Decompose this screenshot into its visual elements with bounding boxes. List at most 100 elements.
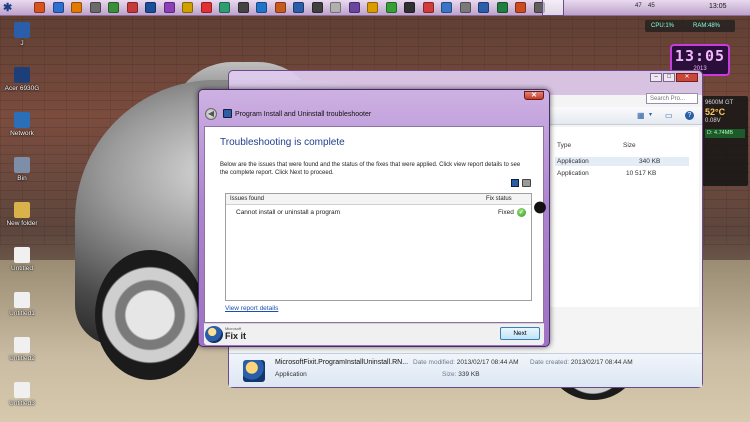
details-date-created: Date created: 2013/02/17 08:44 AM <box>530 359 633 366</box>
ram-usage: RAM:48% <box>693 23 721 29</box>
explorer-window-controls: – □ ✕ <box>649 73 698 82</box>
taskbar-app-icon[interactable] <box>108 2 119 13</box>
desktop-icon[interactable]: Untitled3 <box>0 382 44 407</box>
fixit-app-icon <box>243 360 265 382</box>
desktop-icon[interactable]: J <box>0 22 44 47</box>
file-type: Application <box>557 158 589 165</box>
desktop-icon[interactable]: Untitled <box>0 247 44 272</box>
desktop-icon[interactable]: Untitled1 <box>0 292 44 317</box>
taskbar-app-icon[interactable] <box>330 2 341 13</box>
wallpaper-car-front-wheel <box>95 250 205 380</box>
taskbar-app-icon[interactable] <box>274 2 286 13</box>
tray-value-2: 45 <box>648 3 655 9</box>
explorer-details-pane: MicrosoftFixit.ProgramInstallUninstall.R… <box>229 353 702 387</box>
desktop-icon-image <box>14 202 30 218</box>
desktop-icon-image <box>14 112 30 128</box>
minimize-button[interactable]: – <box>650 73 662 82</box>
desktop-icon[interactable]: New folder <box>0 202 44 227</box>
desktop-icon[interactable]: Untitled2 <box>0 337 44 362</box>
help-icon[interactable]: ? <box>685 111 694 120</box>
issues-found-header: Issues found <box>230 196 265 202</box>
desktop-icon[interactable]: Network <box>0 112 44 137</box>
fixed-check-icon: ✓ <box>517 208 526 217</box>
taskbar-app-icon[interactable] <box>385 2 397 13</box>
taskbar-app-icon[interactable] <box>200 2 212 13</box>
print-icon[interactable] <box>522 179 531 187</box>
cpu-ram-gadget: CPU:1% RAM:48% <box>645 20 735 32</box>
save-report-icon[interactable] <box>511 179 519 187</box>
taskbar-clock[interactable]: 13:05 <box>709 3 727 10</box>
taskbar-app-icon[interactable] <box>34 2 45 13</box>
taskbar-app-icon[interactable] <box>367 2 378 13</box>
taskbar-app-icon[interactable] <box>441 2 452 13</box>
desktop-icon-label: Untitled <box>10 265 34 272</box>
taskbar-active-window[interactable] <box>542 0 564 16</box>
view-report-details-link[interactable]: View report details <box>225 305 278 312</box>
desktop-icon-label: J <box>20 40 24 47</box>
gpu-temperature: 52°C <box>705 107 726 117</box>
details-file-type: Application <box>275 371 307 378</box>
annotation-scribble <box>533 200 547 215</box>
desktop-icon-image <box>14 22 30 38</box>
taskbar-app-icon[interactable] <box>478 2 489 13</box>
taskbar-app-icon[interactable] <box>348 2 360 13</box>
date-created-value: 2013/02/17 08:44 AM <box>570 359 633 366</box>
desktop-icon[interactable]: Bin <box>0 157 44 182</box>
gpu-voltage: 0.08V <box>705 118 721 124</box>
preview-pane-icon[interactable]: ▭ <box>665 111 674 120</box>
dialog-description: Below are the issues that were found and… <box>220 162 521 176</box>
date-created-label: Date created: <box>530 359 570 366</box>
file-size: 10 517 KB <box>626 170 657 177</box>
issue-row-text[interactable]: Cannot install or uninstall a program <box>236 209 340 216</box>
taskbar-app-icon[interactable] <box>237 2 249 13</box>
desktop-icon-image <box>14 292 30 308</box>
taskbar-app-icon[interactable] <box>145 2 156 13</box>
taskbar-app-icon[interactable] <box>256 2 267 13</box>
desktop-icon-image <box>14 247 30 263</box>
taskbar-app-icon[interactable] <box>126 2 138 13</box>
explorer-close-button[interactable]: ✕ <box>676 73 698 82</box>
taskbar-app-icon[interactable] <box>182 2 193 13</box>
taskbar-app-icon[interactable] <box>404 2 415 13</box>
desktop-icon-image <box>14 157 30 173</box>
back-arrow-icon[interactable]: ◀ <box>205 108 217 120</box>
taskbar-app-icon[interactable] <box>422 2 434 13</box>
troubleshooter-dialog[interactable]: ✕ ◀ Program Install and Uninstall troubl… <box>198 89 550 347</box>
view-options-icon[interactable]: ▦ <box>637 111 646 120</box>
taskbar-app-icon[interactable] <box>293 2 304 13</box>
desktop-icon-label: Acer 6930G <box>4 85 40 92</box>
taskbar: ✱ 47 45 13:05 <box>0 0 750 16</box>
taskbar-app-icon[interactable] <box>163 2 175 13</box>
taskbar-app-icon[interactable] <box>515 2 526 13</box>
taskbar-app-icon[interactable] <box>311 2 323 13</box>
view-dropdown-icon[interactable]: ▾ <box>649 111 658 120</box>
taskbar-app-icon[interactable] <box>89 2 101 13</box>
cpu-usage: CPU:1% <box>651 23 675 29</box>
explorer-file-list <box>549 127 699 307</box>
details-file-name: MicrosoftFixit.ProgramInstallUninstall.R… <box>275 359 409 366</box>
next-button[interactable]: Next <box>500 327 540 340</box>
size-value: 339 KB <box>458 371 480 378</box>
file-size: 340 KB <box>639 158 661 165</box>
date-modified-label: Date modified: <box>413 359 455 366</box>
dialog-close-button[interactable]: ✕ <box>524 91 544 100</box>
explorer-search-input[interactable]: Search Pro... <box>646 93 698 104</box>
maximize-button[interactable]: □ <box>663 73 675 82</box>
desktop-icon[interactable]: Acer 6930G <box>0 67 44 92</box>
taskbar-app-icon[interactable] <box>52 2 64 13</box>
date-modified-value: 2013/02/17 08:44 AM <box>456 359 519 366</box>
taskbar-app-icon[interactable] <box>459 2 471 13</box>
details-size: Size: 339 KB <box>442 371 480 378</box>
gpu-monitor-gadget: 9600M GT 52°C 0.08V D: 4.74MB <box>702 96 748 186</box>
desktop-icon-label: Bin <box>17 175 27 182</box>
file-type: Application <box>557 170 589 177</box>
start-button[interactable]: ✱ <box>3 1 27 15</box>
column-header-type[interactable]: Type <box>557 142 571 149</box>
taskbar-app-icon[interactable] <box>496 2 508 13</box>
issues-table-header: Issues found Fix status <box>226 194 531 205</box>
troubleshooter-app-icon <box>223 109 232 118</box>
taskbar-app-icon[interactable] <box>219 2 230 13</box>
taskbar-app-icon[interactable] <box>71 2 82 13</box>
column-header-size[interactable]: Size <box>623 142 636 149</box>
dialog-nav-bar: ◀ Program Install and Uninstall troubles… <box>199 104 549 126</box>
